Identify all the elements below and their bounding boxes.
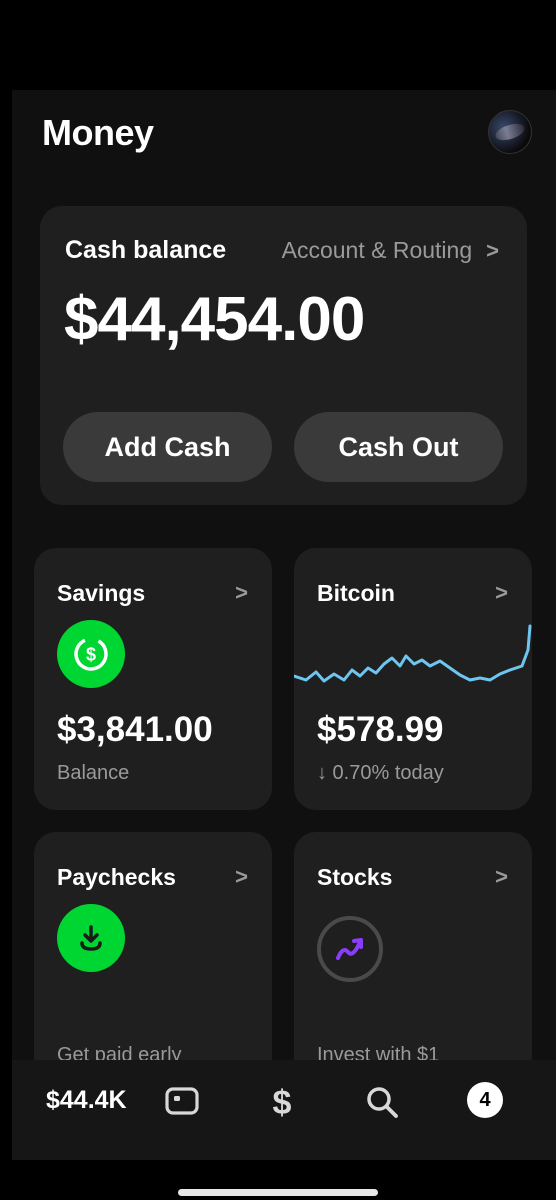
stocks-title: Stocks	[317, 864, 393, 890]
chevron-right-icon: >	[235, 580, 248, 605]
savings-tile[interactable]: Savings > $ $3,841.00 Balance	[34, 548, 272, 810]
bitcoin-tile[interactable]: Bitcoin > $578.99 ↓ 0.70% today	[294, 548, 532, 810]
search-icon[interactable]	[364, 1084, 400, 1120]
bitcoin-change: ↓ 0.70% today	[317, 762, 444, 784]
stocks-tile[interactable]: Stocks > Invest with $1	[294, 832, 532, 1094]
home-indicator[interactable]	[178, 1189, 378, 1196]
cash-balance-label: Cash balance	[65, 236, 227, 264]
cash-out-button[interactable]: Cash Out	[294, 412, 503, 482]
chevron-right-icon: >	[486, 237, 499, 263]
cash-balance-amount: $44,454.00	[64, 285, 365, 354]
download-icon	[57, 904, 125, 972]
nav-balance[interactable]: $44.4K	[46, 1086, 127, 1115]
cash-balance-card[interactable]: Cash balance Account & Routing > $44,454…	[40, 206, 527, 505]
trend-up-icon	[317, 916, 383, 982]
savings-dollar-icon: $	[57, 620, 125, 688]
account-routing-label: Account & Routing	[281, 237, 473, 263]
savings-subtitle: Balance	[57, 762, 130, 784]
page-title: Money	[42, 112, 154, 153]
profile-avatar[interactable]	[488, 110, 532, 154]
bitcoin-title: Bitcoin	[317, 580, 395, 606]
paychecks-title: Paychecks	[57, 864, 176, 890]
bitcoin-amount: $578.99	[317, 710, 444, 749]
money-screen: Money Cash balance Account & Routing > $…	[12, 90, 556, 1160]
savings-title: Savings	[57, 580, 146, 606]
svg-text:$: $	[273, 1084, 292, 1120]
bitcoin-sparkline	[294, 624, 532, 683]
bottom-nav: $44.4K $ 4	[12, 1060, 556, 1160]
chevron-right-icon: >	[495, 580, 508, 605]
dollar-icon[interactable]: $	[269, 1082, 295, 1120]
activity-badge[interactable]: 4	[467, 1082, 503, 1118]
savings-amount: $3,841.00	[57, 710, 213, 749]
account-routing-link[interactable]: Account & Routing >	[282, 237, 499, 264]
svg-text:$: $	[86, 645, 96, 665]
chevron-right-icon: >	[235, 864, 248, 889]
add-cash-button[interactable]: Add Cash	[63, 412, 272, 482]
paychecks-tile[interactable]: Paychecks > Get paid early	[34, 832, 272, 1094]
chevron-right-icon: >	[495, 864, 508, 889]
card-icon[interactable]	[164, 1086, 200, 1116]
